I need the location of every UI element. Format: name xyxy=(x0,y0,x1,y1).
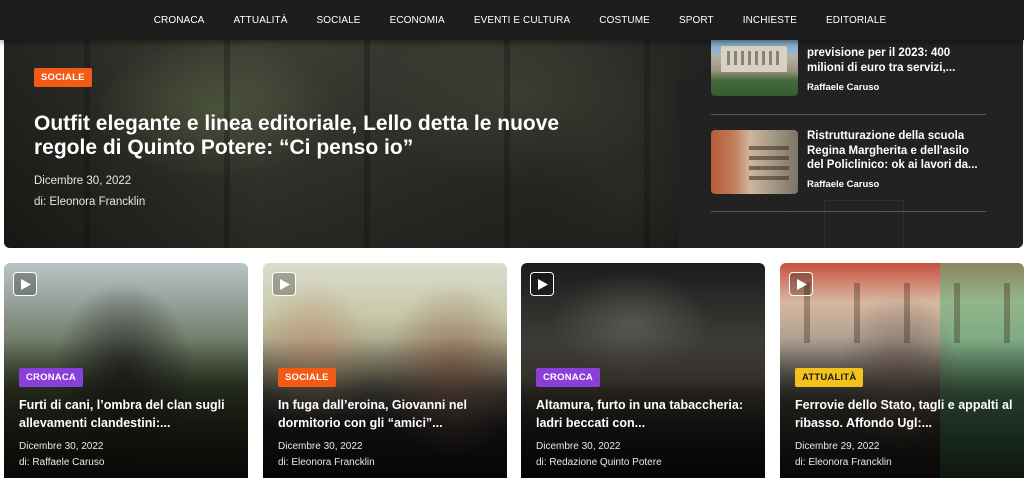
hero-author[interactable]: di: Eleonora Francklin xyxy=(34,196,145,208)
sidebar-divider xyxy=(711,211,986,212)
card-title[interactable]: Furti di cani, l’ombra del clan sugli al… xyxy=(19,396,239,432)
card-author[interactable]: di: Eleonora Francklin xyxy=(278,457,375,468)
nav-item-sociale[interactable]: SOCIALE xyxy=(317,15,361,26)
sidebar-article-author[interactable]: Raffaele Caruso xyxy=(807,179,879,190)
play-icon[interactable] xyxy=(530,272,554,296)
play-icon[interactable] xyxy=(789,272,813,296)
top-navigation: CRONACA ATTUALITÀ SOCIALE ECONOMIA EVENT… xyxy=(0,0,1024,40)
article-card[interactable]: SOCIALE In fuga dall’eroina, Giovanni ne… xyxy=(263,263,507,478)
card-category-badge[interactable]: ATTUALITÀ xyxy=(795,368,864,387)
sidebar-article-2[interactable]: Ristrutturazione della scuola Regina Mar… xyxy=(711,40,986,194)
article-card[interactable]: CRONACA Furti di cani, l’ombra del clan … xyxy=(4,263,248,478)
card-date: Dicembre 30, 2022 xyxy=(536,441,621,452)
hero-category-badge[interactable]: SOCIALE xyxy=(34,68,92,87)
nav-item-attualita[interactable]: ATTUALITÀ xyxy=(233,15,287,26)
nav-item-inchieste[interactable]: INCHIESTE xyxy=(743,15,797,26)
card-category-badge[interactable]: SOCIALE xyxy=(278,368,336,387)
card-date: Dicembre 30, 2022 xyxy=(278,441,363,452)
card-title[interactable]: Altamura, furto in una tabaccheria: ladr… xyxy=(536,396,756,432)
play-icon[interactable] xyxy=(272,272,296,296)
hero-date: Dicembre 30, 2022 xyxy=(34,175,132,187)
nav-item-cronaca[interactable]: CRONACA xyxy=(154,15,205,26)
watermark-logo xyxy=(824,200,904,248)
nav-list: CRONACA ATTUALITÀ SOCIALE ECONOMIA EVENT… xyxy=(123,15,901,26)
article-card[interactable]: CRONACA Altamura, furto in una tabaccher… xyxy=(521,263,765,478)
nav-item-editoriale[interactable]: EDITORIALE xyxy=(826,15,886,26)
article-card[interactable]: ATTUALITÀ Ferrovie dello Stato, tagli e … xyxy=(780,263,1024,478)
card-title[interactable]: Ferrovie dello Stato, tagli e appalti al… xyxy=(795,396,1015,432)
nav-item-sport[interactable]: SPORT xyxy=(679,15,714,26)
card-date: Dicembre 29, 2022 xyxy=(795,441,880,452)
card-date: Dicembre 30, 2022 xyxy=(19,441,104,452)
nav-item-costume[interactable]: COSTUME xyxy=(599,15,650,26)
card-category-badge[interactable]: CRONACA xyxy=(19,368,83,387)
hero-title[interactable]: Outfit elegante e linea editoriale, Lell… xyxy=(34,112,594,160)
nav-item-economia[interactable]: ECONOMIA xyxy=(390,15,445,26)
sidebar-article-thumbnail[interactable] xyxy=(711,130,798,194)
card-author[interactable]: di: Eleonora Francklin xyxy=(795,457,892,468)
card-category-badge[interactable]: CRONACA xyxy=(536,368,600,387)
card-author[interactable]: di: Raffaele Caruso xyxy=(19,457,104,468)
sidebar-article-title[interactable]: Ristrutturazione della scuola Regina Mar… xyxy=(807,129,985,173)
play-icon[interactable] xyxy=(13,272,37,296)
nav-item-eventi-e-cultura[interactable]: EVENTI E CULTURA xyxy=(474,15,570,26)
card-title[interactable]: In fuga dall’eroina, Giovanni nel dormit… xyxy=(278,396,498,432)
card-author[interactable]: di: Redazione Quinto Potere xyxy=(536,457,662,468)
